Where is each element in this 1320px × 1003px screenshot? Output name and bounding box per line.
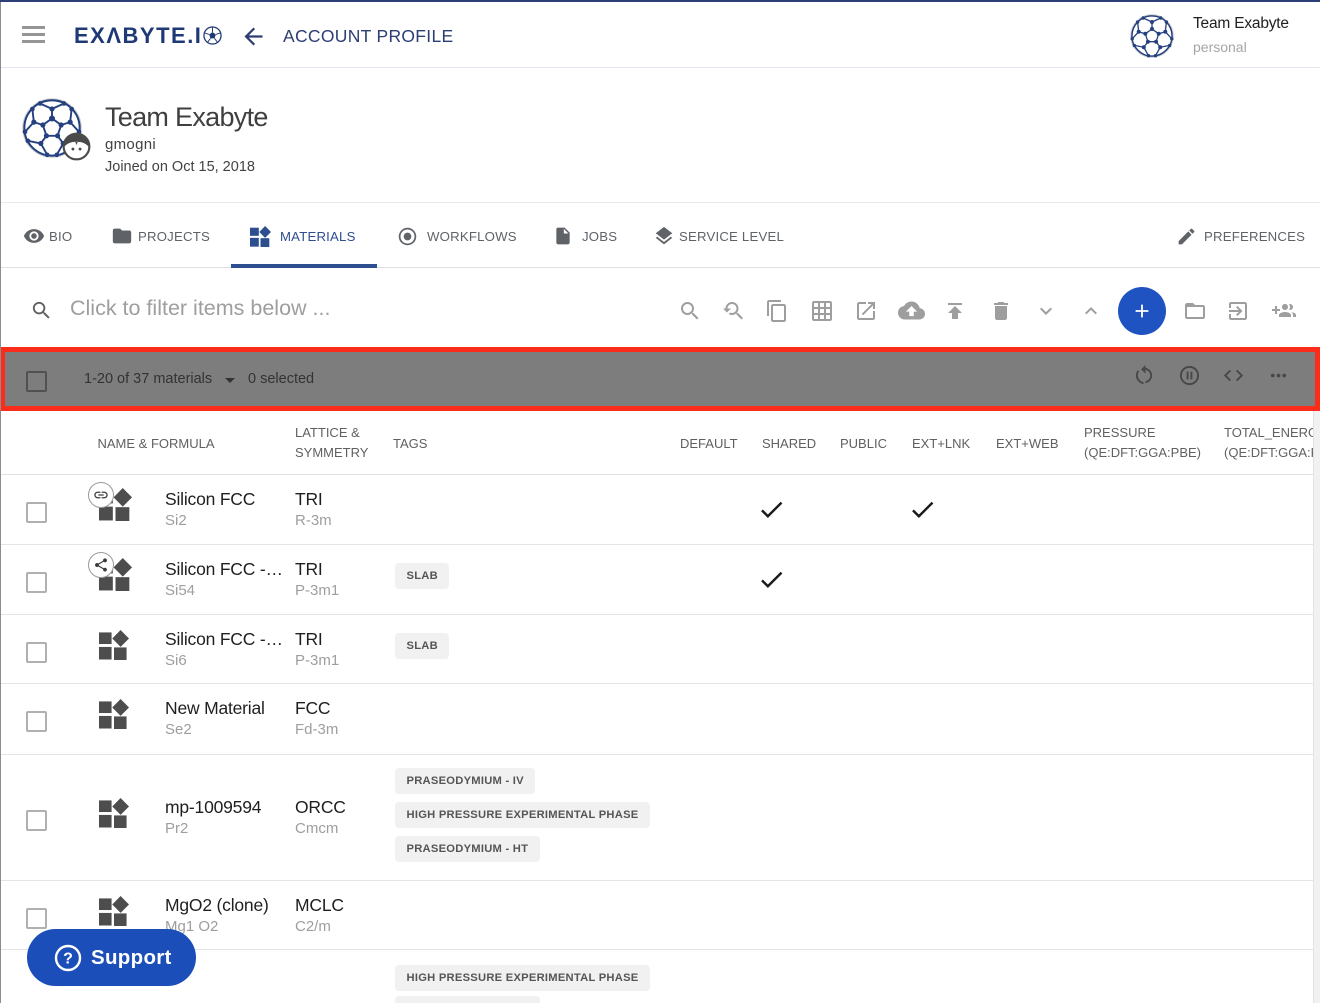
svg-text:?: ? bbox=[63, 950, 73, 967]
